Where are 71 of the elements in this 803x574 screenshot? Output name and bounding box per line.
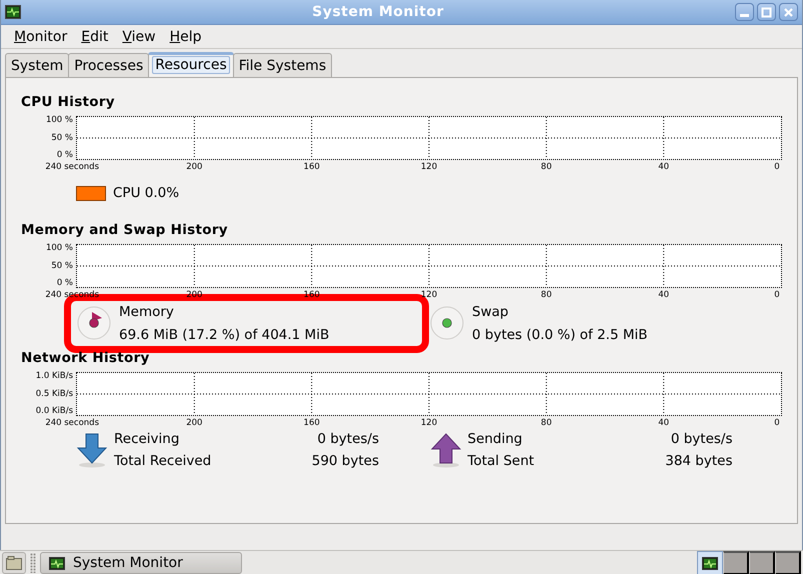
axis-label: 160 [304,162,320,172]
minimize-button[interactable] [735,3,754,21]
axis-label: 0.0 KiB/s [36,407,73,416]
axis-label: 50 % [51,134,73,142]
axis-label: 240 seconds [45,162,99,172]
tab[interactable]: Resources [148,52,234,77]
rate-label: Total Sent [468,453,534,469]
rate-label: Receiving [114,431,180,447]
section-title: Network History [21,350,151,366]
axis-label: 100 % [46,116,73,125]
cpu-usage: CPU 0.0% [113,185,180,201]
axis-label: 40 [658,418,670,428]
axis-label: 120 [420,290,438,300]
section-title: CPU History [21,94,116,110]
monitor-icon [5,5,21,19]
maximize-button[interactable] [757,3,776,21]
rate-value: 384 bytes [665,453,732,469]
rate-label: Sending [468,431,522,447]
axis-label: 200 [186,418,202,428]
window-title: System Monitor [311,4,445,20]
axis-label: 0 % [56,151,73,160]
menu-item[interactable]: View [115,28,163,44]
axis-label: 200 [186,162,202,172]
workspace-button[interactable] [723,551,749,574]
pie-icon[interactable] [77,306,111,340]
axis-label: 0 [774,162,780,172]
axis-label: 80 [540,162,552,172]
close-icon [783,6,794,18]
workspace-button[interactable] [749,551,775,574]
workspace-button[interactable] [775,551,801,574]
tab[interactable]: System [5,53,70,77]
minimize-icon [740,14,749,17]
down-arrow-icon [76,432,108,468]
axis-label: 40 [658,290,670,300]
axis-label: 80 [540,290,552,300]
rate-value: 590 bytes [312,453,379,469]
taskbar-button[interactable]: System Monitor [40,552,242,574]
axis-label: 0 [774,418,780,428]
axis-label: 1.0 KiB/s [36,372,73,381]
menu-item[interactable]: Edit [74,28,116,44]
tab[interactable]: File Systems [232,53,332,77]
maximize-icon [761,6,772,18]
axis-label: 40 [658,162,670,172]
menu-item[interactable]: Monitor [7,28,74,44]
tab[interactable]: Processes [68,53,150,77]
axis-label: 0 % [56,279,73,288]
axis-label: 160 [304,418,320,428]
monitor-icon [49,556,65,570]
axis-label: 0.5 KiB/s [36,390,73,398]
monitor-icon [702,556,718,570]
axis-label: 240 seconds [45,418,99,428]
workspace-button[interactable] [697,551,723,574]
axis-label: 0 [774,290,780,300]
up-arrow-icon [430,432,462,468]
legend-label: Memory [119,304,175,320]
rate-label: Total Received [114,453,212,469]
section-title: Memory and Swap History [21,222,229,238]
usage-value: 69.6 MiB (17.2 %) of 404.1 MiB [119,326,330,342]
axis-label: 100 % [46,244,73,253]
rate-value: 0 bytes/s [670,431,732,447]
rate-value: 0 bytes/s [317,431,379,447]
legend-label: Swap [472,304,510,320]
color-swatch[interactable] [76,186,106,200]
axis-label: 50 % [51,262,73,270]
axis-label: 120 [420,418,438,428]
usage-value: 0 bytes (0.0 %) of 2.5 MiB [472,326,648,342]
axis-label: 80 [540,418,552,428]
axis-label: 120 [420,162,438,172]
show-desktop-button[interactable] [2,552,26,574]
close-button[interactable] [779,3,798,21]
menu-item[interactable]: Help [162,28,209,44]
